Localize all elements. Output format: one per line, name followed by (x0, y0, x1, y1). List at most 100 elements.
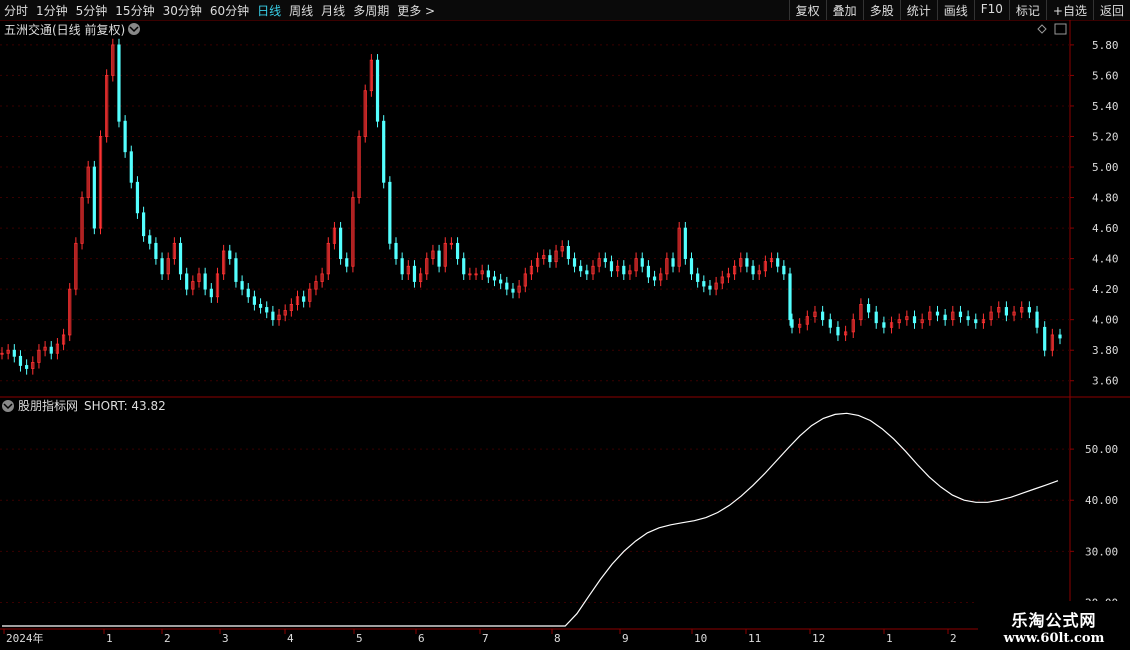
candle-body (240, 281, 244, 290)
x-tick-label: 1 (106, 632, 113, 645)
candle-body (437, 250, 441, 267)
candle-body (943, 314, 947, 321)
candle-body (828, 319, 832, 328)
main-y-tick-label: 3.60 (1092, 375, 1119, 388)
candle-body (609, 261, 614, 272)
candle-body (252, 296, 257, 305)
candle-body (123, 120, 127, 153)
candle-body (18, 355, 23, 366)
candle-body (412, 265, 417, 282)
candle-body (646, 265, 651, 278)
candle-body (117, 44, 121, 122)
candle-body (874, 311, 878, 324)
x-tick-label: 6 (418, 632, 425, 645)
candle-body (49, 346, 53, 354)
candle-body (492, 276, 497, 281)
candle-body (572, 258, 577, 267)
x-tick-label: 10 (694, 632, 707, 645)
panel-toggle-icon (1054, 23, 1067, 35)
indicator-value: SHORT: 43.82 (84, 399, 166, 413)
candle-body (912, 316, 917, 324)
candle-body (974, 319, 978, 324)
candle-body (499, 279, 503, 284)
candle-body (129, 151, 133, 183)
candle-body (866, 304, 871, 313)
main-title: 五洲交通(日线 前复权) (4, 22, 125, 37)
candle-body (708, 285, 712, 290)
main-y-tick-label: 4.20 (1092, 283, 1119, 296)
candle-body (234, 258, 238, 282)
candle-body (566, 245, 570, 260)
x-tick-label: 5 (356, 632, 363, 645)
candle-body (141, 212, 146, 237)
main-y-tick-label: 5.20 (1092, 130, 1119, 143)
x-tick-label: 2 (164, 632, 171, 645)
candle-body (836, 326, 840, 336)
indicator-dropdown-icon (2, 400, 14, 412)
candle-body (702, 281, 706, 287)
candle-body (25, 365, 29, 369)
candle-body (788, 273, 792, 321)
candle-body (1058, 334, 1062, 339)
x-tick-label: 9 (622, 632, 629, 645)
candle-body (1004, 307, 1009, 316)
sub-y-tick-label: 40.00 (1085, 494, 1118, 507)
candle-body (265, 307, 269, 313)
candle-body (160, 258, 164, 275)
x-tick-label: 1 (886, 632, 893, 645)
candle-body (689, 258, 694, 275)
candle-body (751, 265, 755, 275)
candle-body (178, 242, 183, 275)
candle-body (258, 304, 263, 308)
sub-y-tick-label: 30.00 (1085, 545, 1118, 558)
indicator-name: 股朋指标网 (18, 398, 78, 413)
main-y-tick-label: 4.40 (1092, 253, 1119, 266)
candle-body (671, 258, 675, 267)
candle-body (302, 296, 306, 302)
watermark-title: 乐淘公式网 (1011, 611, 1097, 630)
candle-body (209, 288, 213, 298)
candle-body (400, 258, 404, 275)
candle-body (338, 227, 343, 260)
x-tick-label: 4 (287, 632, 294, 645)
candle-body (1035, 311, 1039, 328)
candle-body (935, 311, 940, 316)
candle-body (821, 311, 825, 321)
site-watermark: 乐淘公式网 www.60lt.com (978, 601, 1130, 650)
candle-body (185, 273, 189, 290)
candle-body (966, 316, 970, 321)
short-line (2, 412, 1059, 627)
candle-body (505, 282, 509, 290)
candle-body (882, 322, 886, 328)
main-y-tick-label: 5.00 (1092, 161, 1119, 174)
candle-body (388, 181, 392, 244)
candle-body (486, 270, 490, 278)
main-y-tick-label: 5.60 (1092, 69, 1119, 82)
x-tick-label: 2 (950, 632, 957, 645)
candle-body (228, 250, 232, 260)
candle-body (148, 235, 152, 244)
sub-y-tick-label: 50.00 (1085, 443, 1118, 456)
candle-body (455, 242, 460, 260)
candle-body (394, 242, 398, 260)
candle-body (782, 265, 786, 275)
candle-body (548, 255, 552, 263)
candle-body (12, 349, 16, 357)
candle-body (135, 181, 140, 214)
main-y-tick-label: 4.60 (1092, 222, 1119, 235)
candle-body (640, 258, 644, 267)
candle-body (271, 311, 275, 321)
main-y-tick-label: 4.00 (1092, 314, 1119, 327)
chart-canvas[interactable]: 五洲交通(日线 前复权) 5.80 5.60 5.40 5.20 5.00 4.80 4.60… (0, 0, 1130, 650)
candle-body (246, 288, 250, 298)
x-tick-label: 7 (482, 632, 489, 645)
candle-body (585, 270, 589, 275)
candle-body (696, 273, 700, 282)
candle-body (511, 288, 515, 293)
candle-body (92, 166, 96, 229)
candle-body (745, 258, 749, 267)
candle-body (958, 311, 963, 318)
diamond-icon (1037, 24, 1047, 34)
x-tick-label: 2024年 (6, 631, 44, 645)
candle-body (382, 120, 386, 183)
